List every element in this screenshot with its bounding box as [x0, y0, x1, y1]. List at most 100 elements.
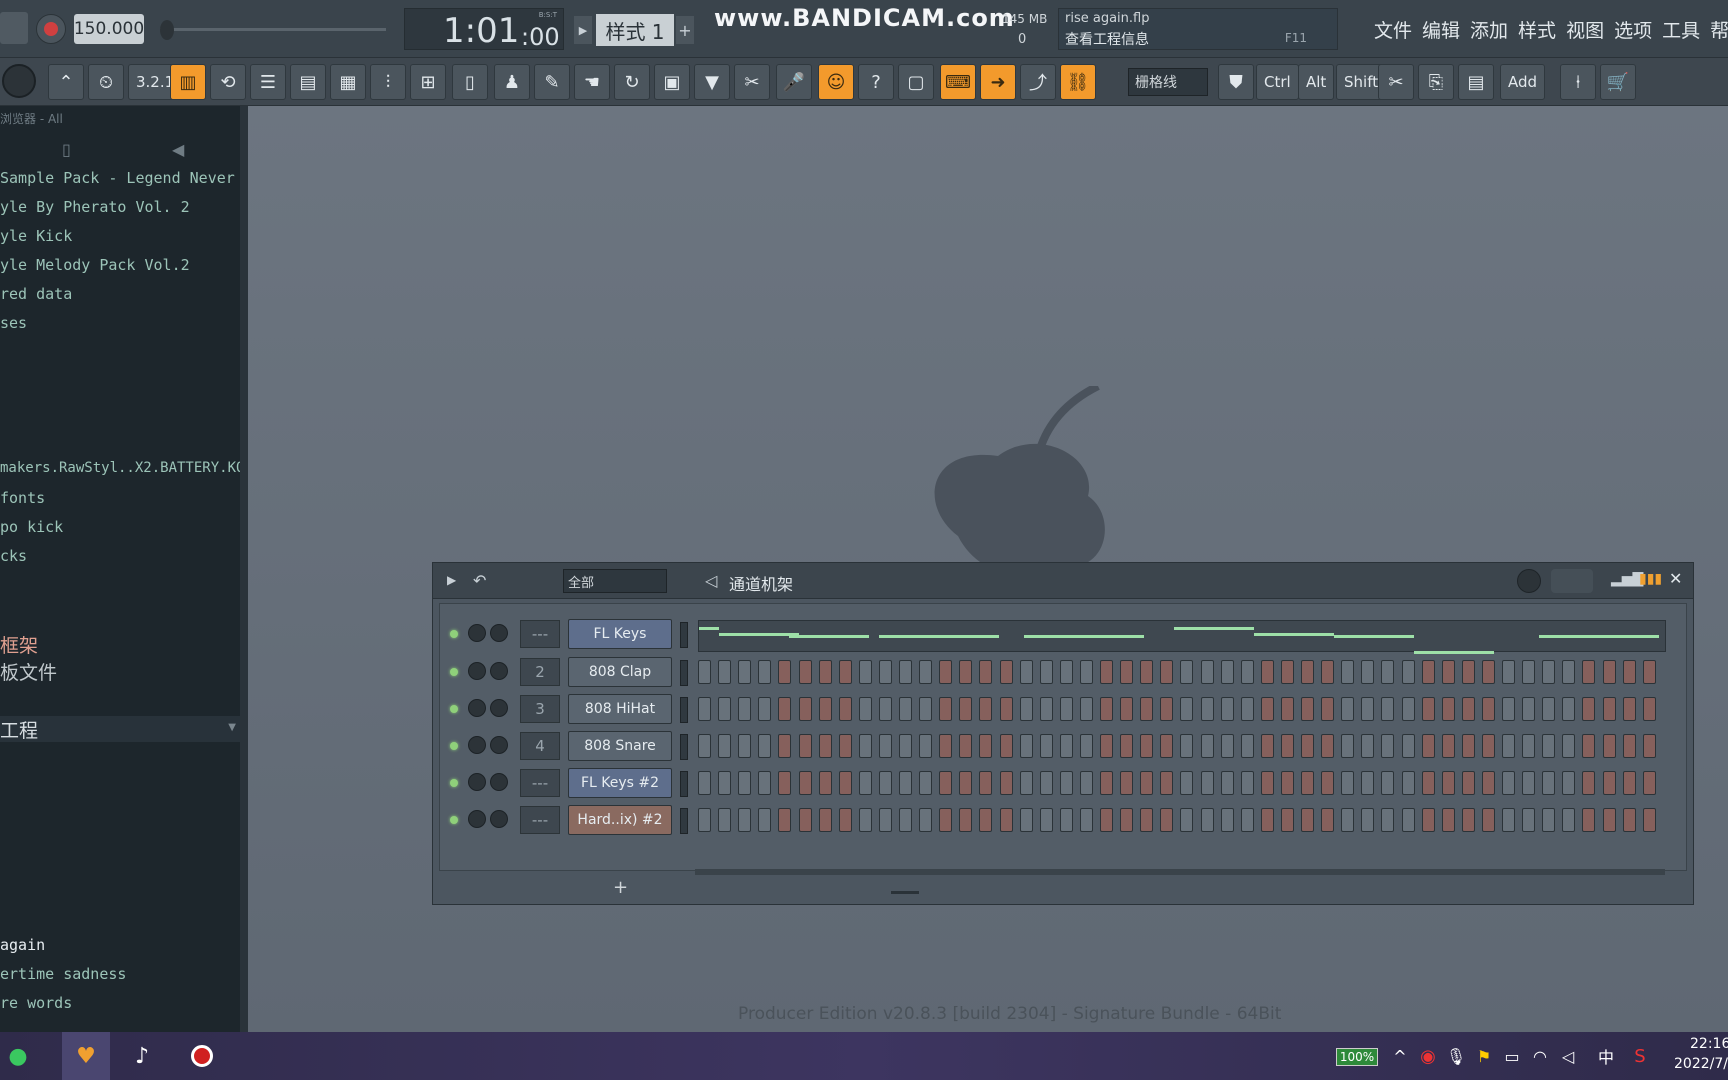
step-button[interactable]	[919, 660, 933, 684]
step-button[interactable]	[1240, 660, 1254, 684]
step-button[interactable]	[979, 697, 993, 721]
volume-knob[interactable]	[490, 736, 508, 754]
step-button[interactable]	[1160, 660, 1174, 684]
arrow-right-icon[interactable]: ➜	[980, 64, 1016, 100]
step-button[interactable]	[1461, 734, 1475, 758]
speaker-tab-icon[interactable]: ◀	[172, 140, 184, 159]
step-button[interactable]	[1361, 808, 1375, 832]
alt-button[interactable]: Alt	[1298, 64, 1335, 100]
step-button[interactable]	[1481, 734, 1495, 758]
step-button[interactable]	[1100, 660, 1113, 684]
step-button[interactable]	[999, 808, 1013, 832]
step-button[interactable]	[1160, 734, 1174, 758]
step-button[interactable]	[1361, 771, 1375, 795]
step-button[interactable]	[1079, 734, 1093, 758]
step-button[interactable]	[1200, 660, 1214, 684]
wait-record-icon[interactable]: ⏲	[88, 64, 124, 100]
undo-icon[interactable]: ↶	[473, 571, 486, 590]
step-button[interactable]	[979, 808, 993, 832]
step-button[interactable]	[838, 660, 852, 684]
step-button[interactable]	[858, 808, 872, 832]
step-button[interactable]	[758, 697, 772, 721]
menu-file[interactable]: 文件	[1374, 20, 1412, 42]
channel-rack-icon[interactable]: ▦	[330, 64, 366, 100]
pattern-selector[interactable]: 样式 1	[596, 14, 674, 46]
channel-name-button[interactable]: 808 HiHat	[568, 694, 672, 724]
step-button[interactable]	[878, 660, 892, 684]
step-button[interactable]	[939, 808, 953, 832]
step-button[interactable]	[1019, 697, 1033, 721]
step-button[interactable]	[1180, 771, 1194, 795]
step-button[interactable]	[1140, 808, 1154, 832]
window-icon[interactable]: ▢	[898, 64, 934, 100]
copy-icon[interactable]: ⎘	[1418, 64, 1454, 100]
step-button[interactable]	[1180, 808, 1194, 832]
step-button[interactable]	[1481, 660, 1495, 684]
volume-knob[interactable]	[490, 810, 508, 828]
step-button[interactable]	[1260, 771, 1274, 795]
channel-name-button[interactable]: FL Keys #2	[568, 768, 672, 798]
step-button[interactable]	[1120, 697, 1134, 721]
step-button[interactable]	[1602, 771, 1616, 795]
step-button[interactable]	[1542, 771, 1556, 795]
step-button[interactable]	[1140, 697, 1154, 721]
step-button[interactable]	[1441, 734, 1455, 758]
loop-record-icon[interactable]: ⟲	[210, 64, 246, 100]
master-volume-slider[interactable]	[160, 28, 386, 31]
channel-select[interactable]	[680, 808, 688, 834]
step-button[interactable]	[1622, 734, 1636, 758]
step-button[interactable]	[1502, 771, 1515, 795]
hand-icon[interactable]: ☚	[574, 64, 610, 100]
step-button[interactable]	[999, 660, 1013, 684]
step-button[interactable]	[858, 771, 872, 795]
step-button[interactable]	[1200, 697, 1214, 721]
sogou-icon[interactable]: S	[1624, 1040, 1656, 1072]
pattern-add-button[interactable]: +	[676, 16, 694, 44]
brush-icon[interactable]: ✎	[534, 64, 570, 100]
step-button[interactable]	[1461, 660, 1475, 684]
step-button[interactable]	[1280, 734, 1294, 758]
step-button[interactable]	[1200, 808, 1214, 832]
step-button[interactable]	[1441, 660, 1455, 684]
step-button[interactable]	[899, 734, 912, 758]
step-button[interactable]	[1019, 734, 1033, 758]
menu-tools[interactable]: 工具	[1662, 20, 1700, 42]
mixer-track-number[interactable]: 4	[520, 732, 560, 760]
channel-name-button[interactable]: FL Keys	[568, 619, 672, 649]
step-button[interactable]	[1401, 808, 1415, 832]
step-button[interactable]	[698, 660, 711, 684]
browser-item[interactable]: yle Kick	[0, 227, 72, 245]
step-button[interactable]	[798, 660, 812, 684]
pan-knob[interactable]	[468, 810, 486, 828]
step-button[interactable]	[1240, 697, 1254, 721]
step-button[interactable]	[1642, 808, 1656, 832]
step-button[interactable]	[1220, 697, 1234, 721]
step-button[interactable]	[758, 771, 772, 795]
step-button[interactable]	[1301, 771, 1314, 795]
browser-item[interactable]: red data	[0, 285, 72, 303]
browser-section-projects-bar[interactable]: 工程 ▼	[0, 716, 240, 742]
step-button[interactable]	[798, 771, 812, 795]
help-icon[interactable]: ?	[858, 64, 894, 100]
step-button[interactable]	[798, 734, 812, 758]
step-button[interactable]	[919, 771, 933, 795]
mute-led[interactable]	[450, 705, 458, 713]
volume-knob[interactable]	[490, 773, 508, 791]
add-channel-button[interactable]: +	[613, 877, 628, 898]
step-button[interactable]	[738, 771, 752, 795]
step-button[interactable]	[1100, 697, 1113, 721]
step-button[interactable]	[1562, 771, 1576, 795]
step-button[interactable]	[1602, 697, 1616, 721]
step-button[interactable]	[778, 697, 792, 721]
step-button[interactable]	[778, 808, 792, 832]
step-button[interactable]	[1079, 771, 1093, 795]
refresh-icon[interactable]: ↻	[614, 64, 650, 100]
tiktok-icon[interactable]: ♪	[126, 1040, 158, 1072]
chat-icon[interactable]: ☺	[818, 64, 854, 100]
step-button[interactable]	[1140, 734, 1154, 758]
step-button[interactable]	[1542, 734, 1556, 758]
add-button[interactable]: Add	[1500, 64, 1546, 100]
scissors-icon[interactable]: ✂	[1378, 64, 1414, 100]
step-button[interactable]	[818, 660, 832, 684]
step-button[interactable]	[838, 697, 852, 721]
